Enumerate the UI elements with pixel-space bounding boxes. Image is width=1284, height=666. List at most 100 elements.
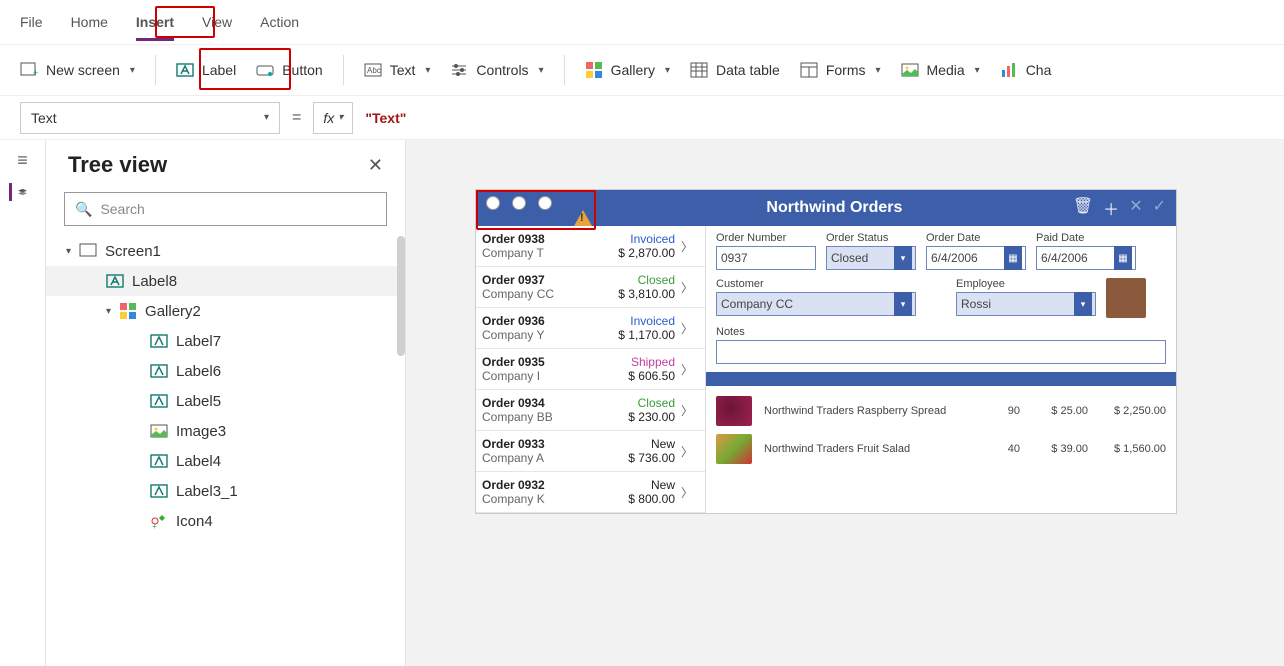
order-company: Company BB <box>482 410 622 424</box>
tree-item-image3[interactable]: Image3 <box>46 416 405 446</box>
scrollbar[interactable] <box>397 236 405 356</box>
order-row[interactable]: Order 0938Invoiced〉Company T$ 2,870.00 <box>476 226 705 267</box>
button-button[interactable]: Button <box>256 61 322 79</box>
data-table-button[interactable]: Data table <box>690 61 780 79</box>
fx-button[interactable]: fx▾ <box>313 102 353 134</box>
label-icon <box>150 482 168 500</box>
product-name: Northwind Traders Fruit Salad <box>764 443 972 455</box>
order-status: Shipped <box>628 355 675 369</box>
notes-field[interactable] <box>716 340 1166 364</box>
order-amount: $ 736.00 <box>628 451 675 465</box>
trash-icon[interactable]: 🗑 <box>1073 196 1093 220</box>
line-qty: 40 <box>980 443 1020 455</box>
svg-text:+: + <box>152 522 157 530</box>
order-number: Order 0933 <box>482 437 622 451</box>
cancel-icon[interactable]: ✕ <box>1129 196 1142 220</box>
tree-item-label4[interactable]: Label4 <box>46 446 405 476</box>
order-row[interactable]: Order 0936Invoiced〉Company Y$ 1,170.00 <box>476 308 705 349</box>
tree-item-label5[interactable]: Label5 <box>46 386 405 416</box>
order-number-label: Order Number <box>716 232 816 244</box>
menu-view[interactable]: View <box>202 14 232 30</box>
line-item[interactable]: Northwind Traders Fruit Salad40$ 39.00$ … <box>716 430 1166 468</box>
line-item[interactable]: Northwind Traders Raspberry Spread90$ 25… <box>716 392 1166 430</box>
chevron-right-icon: 〉 <box>681 402 697 419</box>
tree-item-gallery2[interactable]: ▾Gallery2 <box>46 296 405 326</box>
order-amount: $ 606.50 <box>628 369 675 383</box>
order-date-field[interactable]: 6/4/2006▦ <box>926 246 1026 270</box>
customer-label: Customer <box>716 278 916 290</box>
order-row[interactable]: Order 0937Closed〉Company CC$ 3,810.00 <box>476 267 705 308</box>
order-amount: $ 3,810.00 <box>618 287 675 301</box>
customer-dropdown[interactable]: Company CC▾ <box>716 292 916 316</box>
order-detail: Order Number0937 Order StatusClosed▾ Ord… <box>706 226 1176 513</box>
gallery-button[interactable]: Gallery▾ <box>585 61 670 79</box>
tree: ▾Screen1 Label8 ▾Gallery2 Label7 Label6 … <box>46 236 405 666</box>
data-table-icon <box>690 61 708 79</box>
search-input[interactable]: 🔍 Search <box>64 192 387 226</box>
media-icon <box>901 61 919 79</box>
order-number: Order 0937 <box>482 273 612 287</box>
hamburger-icon[interactable]: ≡ <box>17 150 28 171</box>
employee-dropdown[interactable]: Rossi▾ <box>956 292 1096 316</box>
order-amount: $ 2,870.00 <box>618 246 675 260</box>
order-amount: $ 1,170.00 <box>618 328 675 342</box>
order-list[interactable]: Order 0938Invoiced〉Company T$ 2,870.00 Or… <box>476 226 706 513</box>
order-status: New <box>628 437 675 451</box>
order-company: Company Y <box>482 328 612 342</box>
formula-value[interactable]: "Text" <box>365 110 406 126</box>
paid-date-field[interactable]: 6/4/2006▦ <box>1036 246 1136 270</box>
order-row[interactable]: Order 0934Closed〉Company BB$ 230.00 <box>476 390 705 431</box>
order-status-dropdown[interactable]: Closed▾ <box>826 246 916 270</box>
calendar-icon: ▦ <box>1114 246 1132 270</box>
close-icon[interactable]: ✕ <box>368 155 383 176</box>
media-button[interactable]: Media▾ <box>901 61 980 79</box>
employee-avatar <box>1106 278 1146 318</box>
panel-title: Tree view <box>68 152 167 178</box>
line-qty: 90 <box>980 405 1020 417</box>
menu-file[interactable]: File <box>20 14 43 30</box>
menu-action[interactable]: Action <box>260 14 299 30</box>
svg-text:Abc: Abc <box>367 66 381 75</box>
forms-button[interactable]: Forms▾ <box>800 61 881 79</box>
screen-icon: + <box>20 61 38 79</box>
order-row[interactable]: Order 0932New〉Company K$ 800.00 <box>476 472 705 513</box>
tree-view-panel: Tree view ✕ 🔍 Search ▾Screen1 Label8 ▾Ga… <box>46 140 406 666</box>
controls-button[interactable]: Controls▾ <box>450 61 543 79</box>
new-screen-button[interactable]: + New screen▾ <box>20 61 135 79</box>
order-status-label: Order Status <box>826 232 916 244</box>
tree-item-label3-1[interactable]: Label3_1 <box>46 476 405 506</box>
text-button[interactable]: Abc Text▾ <box>364 61 431 79</box>
tree-item-label8[interactable]: Label8 <box>46 266 405 296</box>
plus-icon[interactable]: ＋ <box>1103 196 1119 220</box>
menu-insert[interactable]: Insert <box>136 14 174 41</box>
menu-home[interactable]: Home <box>71 14 108 30</box>
order-row[interactable]: Order 0933New〉Company A$ 736.00 <box>476 431 705 472</box>
product-thumb <box>716 434 752 464</box>
controls-icon <box>450 61 468 79</box>
product-thumb <box>716 396 752 426</box>
order-row[interactable]: Order 0935Shipped〉Company I$ 606.50 <box>476 349 705 390</box>
label-button[interactable]: Label <box>176 61 236 79</box>
order-status: Closed <box>618 273 675 287</box>
tree-item-screen1[interactable]: ▾Screen1 <box>46 236 405 266</box>
order-company: Company I <box>482 369 622 383</box>
label-icon <box>150 332 168 350</box>
order-status: New <box>628 478 675 492</box>
line-price: $ 39.00 <box>1028 443 1088 455</box>
app-title: Northwind Orders <box>596 199 1073 217</box>
layers-icon[interactable] <box>9 183 27 201</box>
order-number-field[interactable]: 0937 <box>716 246 816 270</box>
canvas[interactable]: Northwind Orders 🗑 ＋ ✕ ✓ Order 0938Invoi… <box>406 140 1284 666</box>
selection-handles[interactable] <box>486 196 552 210</box>
formula-bar: Text▾ = fx▾ "Text" <box>0 96 1284 140</box>
lines-divider <box>706 372 1176 386</box>
chevron-down-icon: ▾ <box>539 65 544 76</box>
tree-item-label6[interactable]: Label6 <box>46 356 405 386</box>
warning-icon <box>574 210 592 226</box>
check-icon[interactable]: ✓ <box>1153 196 1166 220</box>
property-selector[interactable]: Text▾ <box>20 102 280 134</box>
tree-item-label7[interactable]: Label7 <box>46 326 405 356</box>
chart-button[interactable]: Cha <box>1000 61 1052 79</box>
chevron-right-icon: 〉 <box>681 484 697 501</box>
tree-item-icon4[interactable]: +Icon4 <box>46 506 405 536</box>
